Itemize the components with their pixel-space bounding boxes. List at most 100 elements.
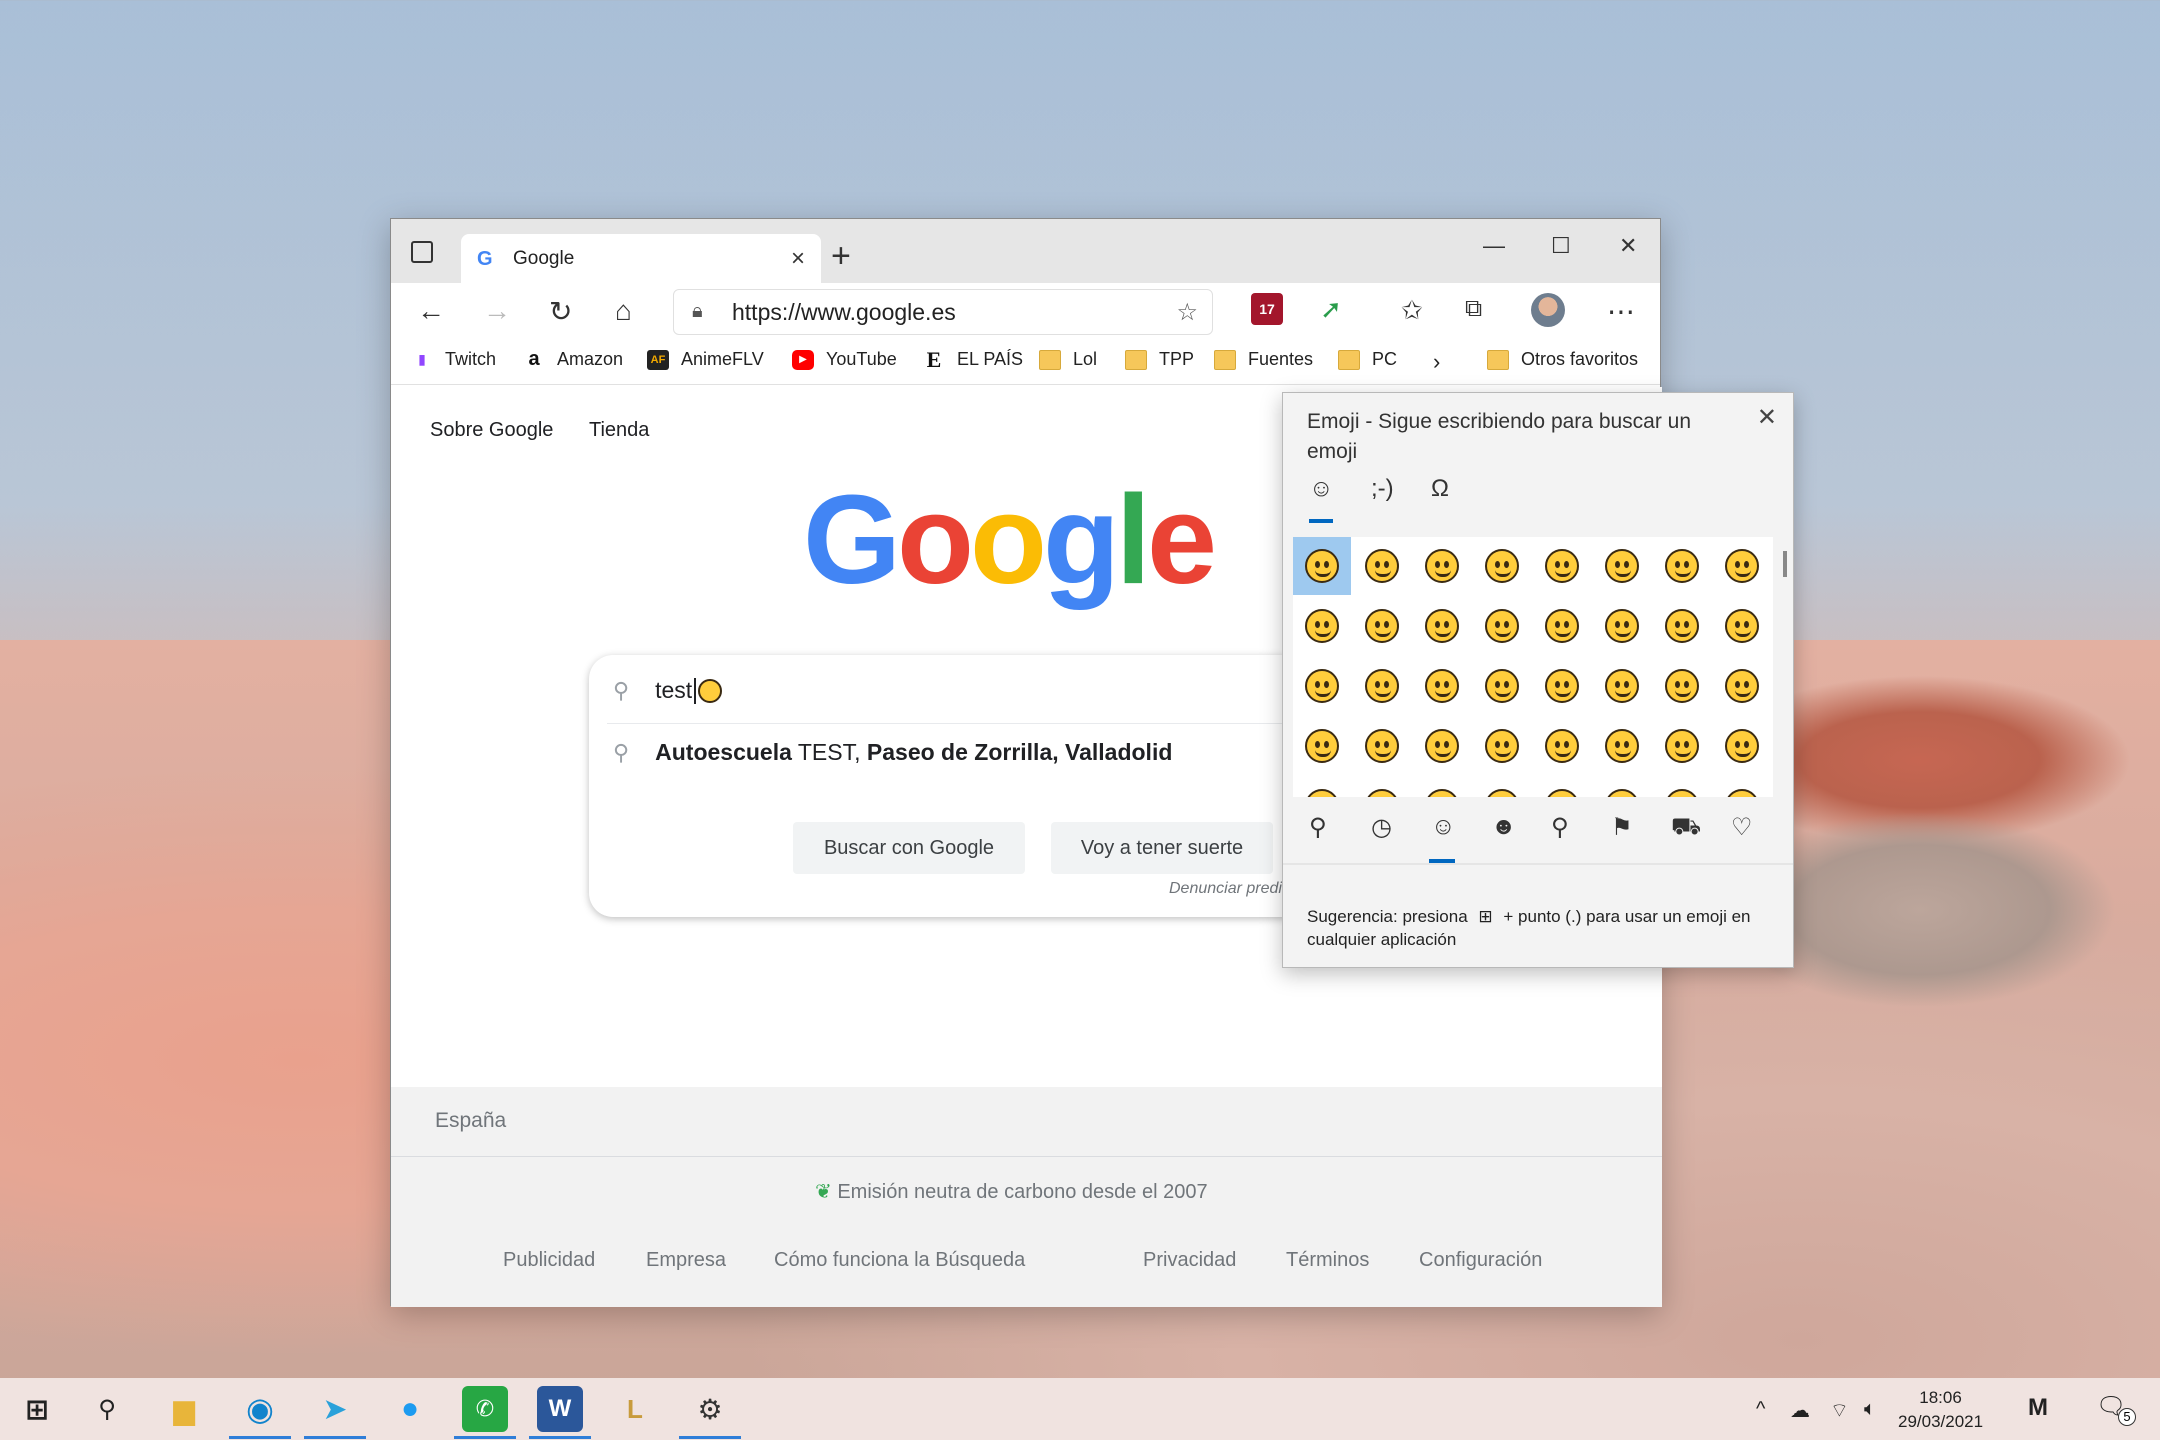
tab-google[interactable]: G Google × xyxy=(461,234,821,284)
emoji-item[interactable] xyxy=(1353,537,1411,595)
twitter-icon[interactable]: ● xyxy=(387,1386,433,1432)
emoji-item[interactable] xyxy=(1593,537,1651,595)
search-icon[interactable]: ⚲ xyxy=(1309,813,1327,842)
show-hidden-icons-icon[interactable]: ^ xyxy=(1756,1398,1765,1421)
bookmark-amazon[interactable]: a Amazon xyxy=(523,348,623,370)
maximize-icon[interactable]: ☐ xyxy=(1551,233,1571,259)
scrollbar[interactable] xyxy=(1783,551,1787,577)
bookmark-other-favorites[interactable]: Otros favoritos xyxy=(1487,349,1638,370)
emoji-item[interactable] xyxy=(1593,717,1651,775)
file-explorer-icon[interactable]: ▆ xyxy=(161,1386,207,1432)
extension-tracking-icon[interactable]: 17 xyxy=(1251,293,1283,325)
word-icon[interactable]: W xyxy=(537,1386,583,1432)
emoji-item[interactable] xyxy=(1353,657,1411,715)
new-tab-icon[interactable]: + xyxy=(831,237,851,276)
search-suggestion[interactable]: ⚲ Autoescuela TEST, Paseo de Zorrilla, V… xyxy=(613,739,1172,766)
address-bar[interactable]: 🔒︎ https://www.google.es ☆ xyxy=(673,289,1213,335)
emoji-item[interactable] xyxy=(1293,777,1351,797)
emoji-item[interactable] xyxy=(1353,717,1411,775)
emoji-item[interactable] xyxy=(1293,717,1351,775)
back-icon[interactable]: ← xyxy=(417,295,445,327)
whatsapp-icon[interactable]: ✆ xyxy=(462,1386,508,1432)
favorites-icon[interactable]: ✩ xyxy=(1401,295,1423,326)
tab-emoji[interactable]: ☺ xyxy=(1309,475,1334,503)
emoji-item[interactable] xyxy=(1713,597,1771,655)
emoji-item[interactable] xyxy=(1713,657,1771,715)
wifi-icon[interactable]: ⌔ xyxy=(1830,1398,1849,1423)
tab-actions-icon[interactable] xyxy=(411,241,433,263)
feeling-lucky-button[interactable]: Voy a tener suerte xyxy=(1051,822,1273,874)
emoji-item[interactable] xyxy=(1473,717,1531,775)
emoji-item[interactable] xyxy=(1413,657,1471,715)
emoji-item[interactable] xyxy=(1533,657,1591,715)
emoji-item[interactable] xyxy=(1593,597,1651,655)
edge-icon[interactable]: ◉ xyxy=(237,1386,283,1432)
emoji-item[interactable] xyxy=(1413,777,1471,797)
emoji-item[interactable] xyxy=(1293,537,1351,595)
footer-link-how-search-works[interactable]: Cómo funciona la Búsqueda xyxy=(774,1249,1025,1272)
emoji-item[interactable] xyxy=(1473,777,1531,797)
heart-icon[interactable]: ♡ xyxy=(1731,813,1753,842)
emoji-item[interactable] xyxy=(1593,777,1651,797)
bookmark-elpais[interactable]: E EL PAÍS xyxy=(923,347,1023,372)
refresh-icon[interactable]: ↻ xyxy=(549,295,572,328)
places-icon[interactable]: ⚲ xyxy=(1551,813,1569,842)
report-predictions-link[interactable]: Denunciar predi xyxy=(1169,880,1282,898)
smiley-icon[interactable]: ☺ xyxy=(1431,813,1456,841)
bookmark-youtube[interactable]: ▶ YouTube xyxy=(792,349,897,370)
emoji-item[interactable] xyxy=(1473,657,1531,715)
app-tray-icon[interactable]: M xyxy=(2028,1394,2048,1422)
emoji-item[interactable] xyxy=(1293,597,1351,655)
close-tab-icon[interactable]: × xyxy=(791,245,805,273)
emoji-item[interactable] xyxy=(1353,597,1411,655)
emoji-item[interactable] xyxy=(1413,717,1471,775)
emoji-item[interactable] xyxy=(1593,657,1651,715)
bookmark-folder-tpp[interactable]: TPP xyxy=(1125,349,1194,370)
footer-link-business[interactable]: Empresa xyxy=(646,1249,726,1272)
more-icon[interactable]: ⋯ xyxy=(1607,295,1635,328)
emoji-item[interactable] xyxy=(1533,777,1591,797)
close-icon[interactable]: ✕ xyxy=(1757,403,1777,432)
emoji-item[interactable] xyxy=(1653,777,1711,797)
emoji-item[interactable] xyxy=(1293,657,1351,715)
bookmark-animeflv[interactable]: AF AnimeFLV xyxy=(647,349,764,370)
emoji-item[interactable] xyxy=(1653,657,1711,715)
recent-icon[interactable]: ◷ xyxy=(1371,813,1392,842)
emoji-item[interactable] xyxy=(1653,597,1711,655)
emoji-item[interactable] xyxy=(1533,597,1591,655)
emoji-item[interactable] xyxy=(1713,537,1771,595)
telegram-icon[interactable]: ➤ xyxy=(312,1386,358,1432)
emoji-item[interactable] xyxy=(1713,717,1771,775)
footer-link-terms[interactable]: Términos xyxy=(1286,1249,1369,1272)
emoji-item[interactable] xyxy=(1653,537,1711,595)
volume-icon[interactable]: 🔈︎ xyxy=(1864,1398,1876,1421)
search-input[interactable]: ⚲ test xyxy=(613,677,723,704)
extension-arrow-icon[interactable]: ➚ xyxy=(1315,293,1347,325)
emoji-item[interactable] xyxy=(1533,537,1591,595)
emoji-item[interactable] xyxy=(1473,597,1531,655)
emoji-item[interactable] xyxy=(1413,597,1471,655)
clock[interactable]: 18:06 29/03/2021 xyxy=(1898,1386,1983,1434)
collections-icon[interactable]: ⧉ xyxy=(1465,295,1482,323)
search-icon[interactable]: ⚲ xyxy=(84,1386,130,1432)
emoji-item[interactable] xyxy=(1533,717,1591,775)
emoji-item[interactable] xyxy=(1713,777,1771,797)
google-search-button[interactable]: Buscar con Google xyxy=(793,822,1025,874)
minimize-icon[interactable]: — xyxy=(1483,233,1505,259)
emoji-item[interactable] xyxy=(1413,537,1471,595)
people-icon[interactable]: ☻ xyxy=(1491,813,1516,841)
bookmark-twitch[interactable]: ▮ Twitch xyxy=(411,349,496,370)
home-icon[interactable]: ⌂ xyxy=(615,295,632,327)
link-about-google[interactable]: Sobre Google xyxy=(430,419,553,442)
tab-symbols[interactable]: Ω xyxy=(1431,475,1449,503)
transport-icon[interactable]: ⛟ xyxy=(1671,813,1701,843)
start-icon[interactable]: ⊞ xyxy=(14,1386,60,1432)
forward-icon[interactable]: → xyxy=(483,295,511,327)
footer-link-advertising[interactable]: Publicidad xyxy=(503,1249,595,1272)
tab-kaomoji[interactable]: ;-) xyxy=(1371,475,1394,503)
emoji-item[interactable] xyxy=(1653,717,1711,775)
carbon-neutral-text[interactable]: ❦ Emisión neutra de carbono desde el 200… xyxy=(815,1179,1208,1204)
emoji-item[interactable] xyxy=(1473,537,1531,595)
footer-link-settings[interactable]: Configuración xyxy=(1419,1249,1542,1272)
bookmark-folder-lol[interactable]: Lol xyxy=(1039,349,1097,370)
